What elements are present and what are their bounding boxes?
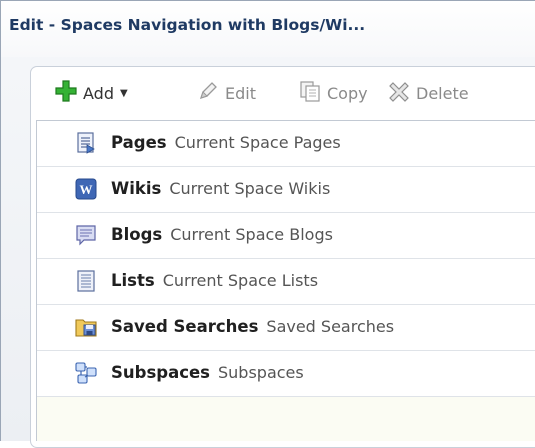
item-name: Saved Searches — [111, 317, 259, 336]
list-item-lists[interactable]: Lists Current Space Lists — [37, 259, 535, 305]
plus-icon — [55, 80, 77, 106]
item-description: Current Space Pages — [174, 133, 341, 152]
blog-icon — [75, 224, 97, 246]
edit-label: Edit — [225, 83, 256, 103]
edit-button[interactable]: Edit — [197, 81, 256, 105]
add-label: Add — [83, 83, 114, 103]
wiki-icon: W — [75, 178, 97, 200]
saved-search-icon — [75, 316, 97, 338]
delete-button[interactable]: Delete — [388, 81, 469, 105]
item-description: Saved Searches — [266, 317, 395, 336]
subspaces-icon — [75, 362, 97, 384]
svg-text:W: W — [80, 182, 93, 197]
chevron-down-icon: ▼ — [119, 87, 128, 99]
item-name: Blogs — [111, 225, 163, 244]
item-description: Current Space Lists — [162, 271, 319, 290]
add-button[interactable]: Add ▼ — [55, 80, 128, 106]
dialog-title-bar: Edit - Spaces Navigation with Blogs/Wi..… — [1, 1, 535, 57]
list-item-subspaces[interactable]: Subspaces Subspaces — [37, 351, 535, 397]
toolbar: Add ▼ Edit Copy Delete — [31, 67, 535, 119]
item-name: Subspaces — [111, 363, 210, 382]
list-icon — [75, 270, 97, 292]
dialog-title: Edit - Spaces Navigation with Blogs/Wi..… — [9, 16, 366, 34]
list-item-saved-searches[interactable]: Saved Searches Saved Searches — [37, 305, 535, 351]
item-description: Current Space Blogs — [170, 225, 333, 244]
pencil-icon — [197, 80, 219, 106]
copy-icon — [299, 80, 321, 106]
delete-label: Delete — [416, 83, 469, 103]
item-description: Current Space Wikis — [169, 179, 331, 198]
list-item-pages[interactable]: Pages Current Space Pages — [37, 121, 535, 167]
item-name: Lists — [111, 271, 155, 290]
list-item-wikis[interactable]: W Wikis Current Space Wikis — [37, 167, 535, 213]
navigation-list: Pages Current Space Pages W Wikis Current … — [36, 120, 535, 441]
copy-label: Copy — [327, 83, 368, 103]
item-description: Subspaces — [218, 363, 304, 382]
delete-x-icon — [388, 80, 410, 106]
list-item-blogs[interactable]: Blogs Current Space Blogs — [37, 213, 535, 259]
item-name: Wikis — [111, 179, 162, 198]
item-name: Pages — [111, 133, 167, 152]
copy-button[interactable]: Copy — [299, 81, 368, 105]
pages-icon — [75, 132, 97, 154]
